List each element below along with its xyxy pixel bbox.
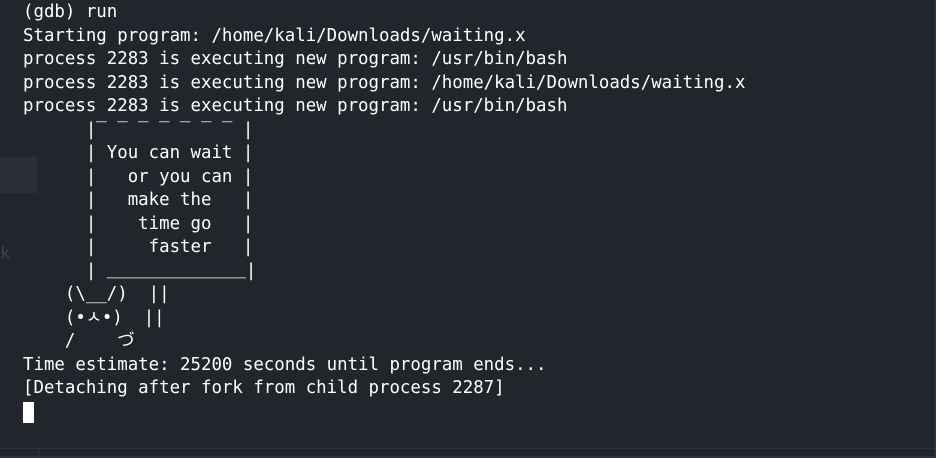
terminal-line-gdb-prompt: (gdb) run: [23, 2, 118, 22]
terminal-line-exec-3: process 2283 is executing new program: /…: [23, 96, 568, 116]
ascii-sign-line-4: | time go |: [23, 213, 254, 234]
window-bottom-border: [0, 448, 934, 449]
ascii-bunny-body: / づ: [23, 331, 135, 351]
ascii-sign-line-5: | faster |: [23, 237, 254, 257]
side-panel-glyph: k: [0, 244, 11, 264]
terminal-line-detaching: [Detaching after fork from child process…: [23, 378, 505, 398]
ascii-bunny-face: (•ㅅ•) ||: [23, 307, 165, 328]
ascii-sign-bottom: | ＿＿＿＿＿＿＿＿|: [23, 260, 257, 281]
ascii-sign-line-1: | You can wait |: [23, 143, 254, 163]
terminal-line-exec-2: process 2283 is executing new program: /…: [23, 72, 746, 93]
terminal-window[interactable]: k (gdb) run Starting program: /home/kali/…: [0, 0, 936, 458]
terminal-input-line[interactable]: [23, 401, 745, 425]
terminal-line-time-estimate: Time estimate: 25200 seconds until progr…: [23, 354, 547, 375]
window-border-tick: [38, 448, 39, 456]
ascii-bunny-ears: (\__/) ||: [23, 284, 170, 304]
ascii-sign-line-2: | or you can |: [23, 166, 254, 187]
ascii-sign-top: |‾ ‾ ‾ ‾ ‾ ‾ ‾ |: [23, 119, 254, 140]
ascii-sign-line-3: | make the |: [23, 190, 254, 210]
terminal-output: (gdb) run Starting program: /home/kali/Do…: [23, 1, 745, 424]
terminal-line-starting-program: Starting program: /home/kali/Downloads/w…: [23, 25, 526, 46]
terminal-cursor[interactable]: [23, 401, 34, 423]
terminal-line-exec-1: process 2283 is executing new program: /…: [23, 49, 568, 69]
